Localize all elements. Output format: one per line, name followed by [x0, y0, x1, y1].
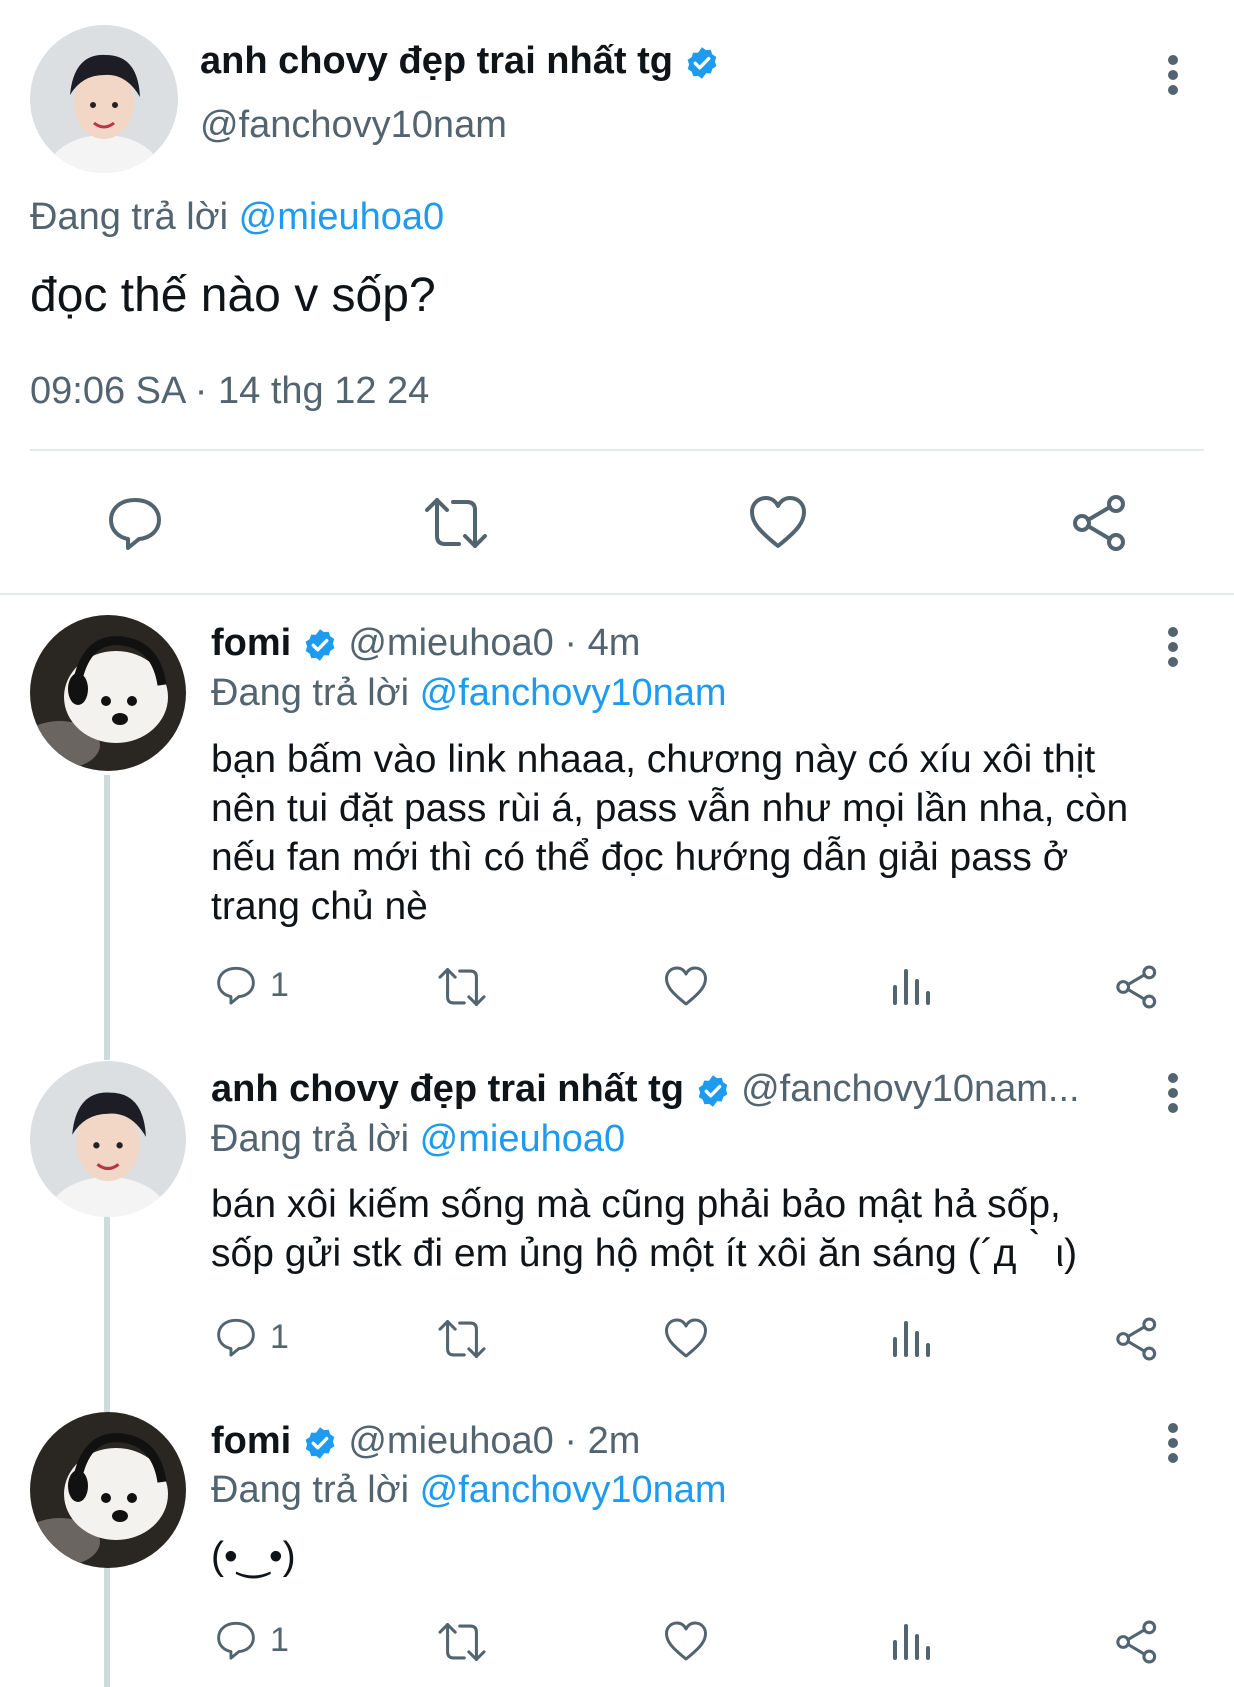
avatar-fomi[interactable]	[30, 1412, 186, 1568]
reply-text: bán xôi kiếm sống mà cũng phải bảo mật h…	[211, 1180, 1077, 1278]
verified-badge-icon	[687, 47, 716, 79]
more-vertical-icon[interactable]	[1163, 1418, 1183, 1468]
tweet-author-row: anh chovy đẹp trai nhất tg	[200, 40, 720, 83]
avatar-fomi[interactable]	[30, 615, 186, 771]
reply-count: 1	[270, 1318, 289, 1356]
author-name[interactable]: anh chovy đẹp trai nhất tg	[200, 40, 673, 82]
more-vertical-icon[interactable]	[1163, 622, 1183, 672]
reply-bubble-icon[interactable]	[215, 963, 257, 1007]
reply-text-line: (•‿•)	[211, 1535, 296, 1578]
thread-line	[104, 1567, 110, 1687]
replying-to-line: Đang trả lời @fanchovy10nam	[211, 672, 727, 715]
replying-to-link[interactable]: @mieuhoa0	[239, 196, 444, 238]
reply-author-name[interactable]: fomi	[211, 1420, 291, 1462]
replying-prefix: Đang trả lời	[211, 672, 410, 714]
reply-handle-time[interactable]: @mieuhoa0 · 2m	[348, 1420, 640, 1462]
reply-handle-time[interactable]: @fanchovy10nam...	[741, 1068, 1080, 1110]
replying-to-link[interactable]: @mieuhoa0	[420, 1118, 625, 1160]
retweet-icon[interactable]	[436, 1620, 488, 1664]
views-bar-icon[interactable]	[890, 1317, 932, 1359]
replying-to-line: Đang trả lời @mieuhoa0	[211, 1118, 625, 1161]
thread-line	[104, 775, 110, 1060]
reply-author-name[interactable]: anh chovy đẹp trai nhất tg	[211, 1068, 684, 1110]
verified-badge-icon	[305, 1427, 335, 1459]
divider	[30, 449, 1204, 451]
reply-header: anh chovy đẹp trai nhất tg @fanchovy10na…	[211, 1068, 1131, 1111]
reply-text: (•‿•)	[211, 1532, 296, 1581]
reply-author-name[interactable]: fomi	[211, 622, 291, 664]
reply-header: fomi @mieuhoa0 · 2m	[211, 1420, 640, 1463]
heart-icon[interactable]	[663, 1317, 709, 1359]
share-icon[interactable]	[1070, 494, 1130, 552]
avatar-fanchovy[interactable]	[30, 25, 178, 173]
retweet-icon[interactable]	[436, 1317, 488, 1361]
verified-badge-icon	[698, 1075, 727, 1107]
retweet-icon[interactable]	[423, 494, 489, 552]
author-handle[interactable]: @fanchovy10nam	[200, 104, 507, 147]
replying-to-link[interactable]: @fanchovy10nam	[420, 672, 727, 714]
reply-count: 1	[270, 1621, 289, 1659]
share-icon[interactable]	[1114, 964, 1160, 1010]
share-icon[interactable]	[1114, 1316, 1160, 1362]
reply-text-line: bạn bấm vào link nhaaa, chương này có xí…	[211, 738, 1096, 781]
reply-handle-time[interactable]: @mieuhoa0 · 4m	[348, 622, 640, 664]
replying-prefix: Đang trả lời	[30, 196, 229, 238]
heart-icon[interactable]	[748, 494, 808, 550]
replying-prefix: Đang trả lời	[211, 1469, 410, 1511]
reply-bubble-icon[interactable]	[106, 494, 164, 552]
views-bar-icon[interactable]	[890, 965, 932, 1007]
reply-text-line: bán xôi kiếm sống mà cũng phải bảo mật h…	[211, 1183, 1061, 1226]
reply-text: bạn bấm vào link nhaaa, chương này có xí…	[211, 735, 1128, 931]
replying-prefix: Đang trả lời	[211, 1118, 410, 1160]
reply-bubble-icon[interactable]	[215, 1315, 257, 1359]
reply-header: fomi @mieuhoa0 · 4m	[211, 622, 640, 665]
reply-bubble-icon[interactable]	[215, 1618, 257, 1662]
verified-badge-icon	[305, 629, 335, 661]
views-bar-icon[interactable]	[890, 1620, 932, 1662]
thread-line	[104, 1215, 110, 1412]
tweet-timestamp: 09:06 SA · 14 thg 12 24	[30, 370, 430, 412]
reply-text-line: nếu fan mới thì có thể đọc hướng dẫn giả…	[211, 836, 1069, 879]
tweet-text: đọc thế nào v sốp?	[30, 269, 436, 322]
avatar-fanchovy[interactable]	[30, 1061, 186, 1217]
reply-text-line: trang chủ nè	[211, 885, 428, 928]
retweet-icon[interactable]	[436, 965, 488, 1009]
reply-text-line: nên tui đặt pass rùi á, pass vẫn như mọi…	[211, 787, 1129, 830]
reply-text-line: sốp gửi stk đi em ủng hộ một ít xôi ăn s…	[211, 1232, 1078, 1275]
section-divider	[0, 593, 1234, 595]
heart-icon[interactable]	[663, 965, 709, 1007]
heart-icon[interactable]	[663, 1620, 709, 1662]
replying-to-link[interactable]: @fanchovy10nam	[420, 1469, 727, 1511]
reply-count: 1	[270, 966, 289, 1004]
share-icon[interactable]	[1114, 1619, 1160, 1665]
replying-to-line: Đang trả lời @fanchovy10nam	[211, 1469, 727, 1512]
more-vertical-icon[interactable]	[1163, 50, 1183, 100]
replying-to-line: Đang trả lời @mieuhoa0	[30, 196, 444, 239]
more-vertical-icon[interactable]	[1163, 1068, 1183, 1118]
